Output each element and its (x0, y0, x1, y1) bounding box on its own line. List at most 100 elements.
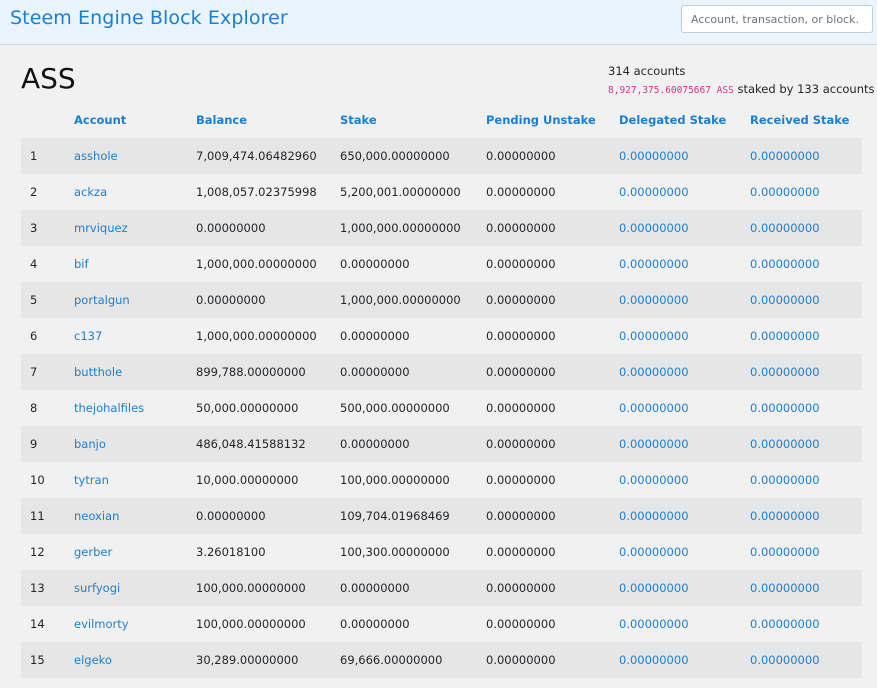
rank-cell: 11 (30, 509, 45, 523)
received-stake-link[interactable]: 0.00000000 (750, 293, 820, 307)
brand-link[interactable]: Steem Engine Block Explorer (10, 7, 288, 29)
account-link[interactable]: butthole (74, 365, 122, 379)
delegated-stake-link[interactable]: 0.00000000 (619, 221, 689, 235)
rank-cell: 1 (30, 149, 38, 163)
account-link[interactable]: thejohalfiles (74, 401, 144, 415)
account-link[interactable]: ackza (74, 185, 107, 199)
delegated-stake-link[interactable]: 0.00000000 (619, 473, 689, 487)
pending-unstake-cell: 0.00000000 (486, 581, 556, 595)
delegated-stake-link[interactable]: 0.00000000 (619, 617, 689, 631)
delegated-stake-link[interactable]: 0.00000000 (619, 365, 689, 379)
table-row: 14 evilmorty 100,000.00000000 0.00000000 0.0… (21, 606, 862, 642)
delegated-stake-link[interactable]: 0.00000000 (619, 329, 689, 343)
delegated-stake-link[interactable]: 0.00000000 (619, 653, 689, 667)
account-link[interactable]: bif (74, 257, 89, 271)
received-stake-link[interactable]: 0.00000000 (750, 653, 820, 667)
account-cell: butthole (74, 354, 196, 390)
delegated-stake-cell: 0.00000000 (619, 138, 750, 174)
header-balance[interactable]: Balance (196, 102, 340, 138)
pending-unstake-cell: 0.00000000 (486, 509, 556, 523)
balance-cell: 7,009,474.06482960 (196, 149, 317, 163)
stake-cell: 0.00000000 (340, 257, 410, 271)
rank-cell: 6 (30, 329, 38, 343)
header-account[interactable]: Account (74, 102, 196, 138)
account-link[interactable]: c137 (74, 329, 102, 343)
header-received-stake[interactable]: Received Stake (750, 102, 862, 138)
received-stake-link[interactable]: 0.00000000 (750, 149, 820, 163)
rank-cell: 2 (30, 185, 38, 199)
stake-cell: 0.00000000 (340, 617, 410, 631)
header-pending-unstake[interactable]: Pending Unstake (486, 102, 619, 138)
delegated-stake-cell: 0.00000000 (619, 498, 750, 534)
delegated-stake-cell: 0.00000000 (619, 210, 750, 246)
received-stake-link[interactable]: 0.00000000 (750, 437, 820, 451)
balance-cell: 0.00000000 (196, 221, 266, 235)
received-stake-link[interactable]: 0.00000000 (750, 365, 820, 379)
rank-cell: 13 (30, 581, 45, 595)
pending-unstake-cell: 0.00000000 (486, 401, 556, 415)
account-cell: c137 (74, 318, 196, 354)
received-stake-cell: 0.00000000 (750, 498, 862, 534)
delegated-stake-link[interactable]: 0.00000000 (619, 401, 689, 415)
account-cell: portalgun (74, 282, 196, 318)
rank-cell: 15 (30, 653, 45, 667)
account-link[interactable]: mrviquez (74, 221, 128, 235)
received-stake-link[interactable]: 0.00000000 (750, 329, 820, 343)
stake-cell: 109,704.01968469 (340, 509, 450, 523)
delegated-stake-link[interactable]: 0.00000000 (619, 185, 689, 199)
received-stake-cell: 0.00000000 (750, 426, 862, 462)
received-stake-cell: 0.00000000 (750, 570, 862, 606)
balance-cell: 30,289.00000000 (196, 653, 299, 667)
delegated-stake-link[interactable]: 0.00000000 (619, 509, 689, 523)
received-stake-link[interactable]: 0.00000000 (750, 473, 820, 487)
account-cell: neoxian (74, 498, 196, 534)
account-link[interactable]: evilmorty (74, 617, 129, 631)
received-stake-link[interactable]: 0.00000000 (750, 401, 820, 415)
received-stake-cell: 0.00000000 (750, 606, 862, 642)
pending-unstake-cell: 0.00000000 (486, 257, 556, 271)
account-cell: gerber (74, 534, 196, 570)
received-stake-cell: 0.00000000 (750, 534, 862, 570)
delegated-stake-link[interactable]: 0.00000000 (619, 149, 689, 163)
delegated-stake-link[interactable]: 0.00000000 (619, 293, 689, 307)
account-link[interactable]: surfyogi (74, 581, 120, 595)
received-stake-link[interactable]: 0.00000000 (750, 545, 820, 559)
search-input[interactable] (681, 5, 873, 33)
account-cell: ackza (74, 174, 196, 210)
rank-cell: 3 (30, 221, 38, 235)
received-stake-link[interactable]: 0.00000000 (750, 617, 820, 631)
table-row: 4 bif 1,000,000.00000000 0.00000000 0.000000… (21, 246, 862, 282)
stake-cell: 1,000,000.00000000 (340, 221, 461, 235)
account-link[interactable]: banjo (74, 437, 106, 451)
account-link[interactable]: asshole (74, 149, 118, 163)
balance-cell: 0.00000000 (196, 293, 266, 307)
received-stake-link[interactable]: 0.00000000 (750, 185, 820, 199)
rank-cell: 9 (30, 437, 38, 451)
pending-unstake-cell: 0.00000000 (486, 365, 556, 379)
delegated-stake-link[interactable]: 0.00000000 (619, 437, 689, 451)
stake-cell: 0.00000000 (340, 365, 410, 379)
delegated-stake-cell: 0.00000000 (619, 606, 750, 642)
header-stake[interactable]: Stake (340, 102, 486, 138)
stake-cell: 0.00000000 (340, 581, 410, 595)
delegated-stake-link[interactable]: 0.00000000 (619, 581, 689, 595)
account-link[interactable]: gerber (74, 545, 112, 559)
account-link[interactable]: tytran (74, 473, 109, 487)
received-stake-link[interactable]: 0.00000000 (750, 221, 820, 235)
balance-cell: 10,000.00000000 (196, 473, 299, 487)
table-row: 11 neoxian 0.00000000 109,704.01968469 0.000… (21, 498, 862, 534)
delegated-stake-cell: 0.00000000 (619, 282, 750, 318)
received-stake-link[interactable]: 0.00000000 (750, 581, 820, 595)
account-link[interactable]: elgeko (74, 653, 112, 667)
delegated-stake-cell: 0.00000000 (619, 246, 750, 282)
stake-cell: 0.00000000 (340, 329, 410, 343)
table-row: 9 banjo 486,048.41588132 0.00000000 0.000000… (21, 426, 862, 462)
account-link[interactable]: neoxian (74, 509, 119, 523)
header-delegated-stake[interactable]: Delegated Stake (619, 102, 750, 138)
received-stake-link[interactable]: 0.00000000 (750, 257, 820, 271)
received-stake-link[interactable]: 0.00000000 (750, 509, 820, 523)
account-link[interactable]: portalgun (74, 293, 130, 307)
delegated-stake-link[interactable]: 0.00000000 (619, 257, 689, 271)
stake-cell: 0.00000000 (340, 437, 410, 451)
delegated-stake-link[interactable]: 0.00000000 (619, 545, 689, 559)
